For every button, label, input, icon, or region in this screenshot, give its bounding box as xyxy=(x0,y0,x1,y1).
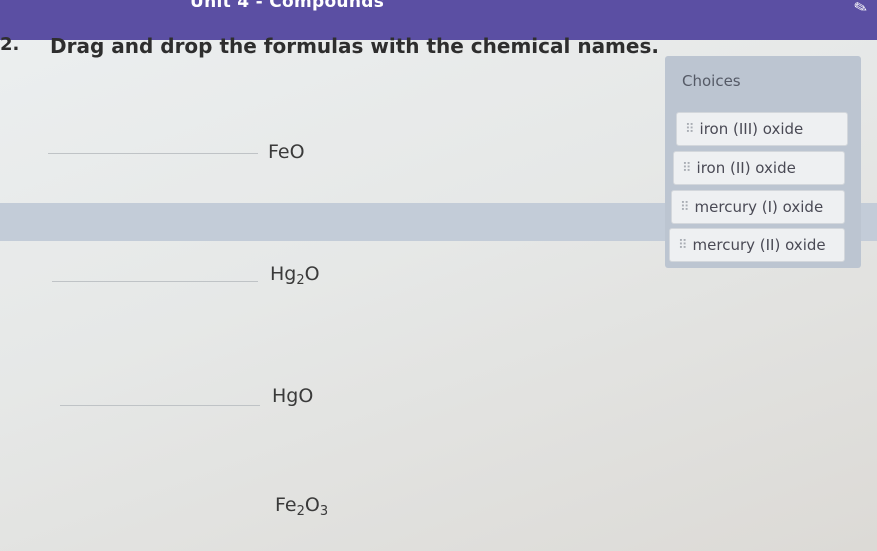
pencil-icon[interactable]: ✎ xyxy=(851,0,869,18)
formula-2: Hg2O xyxy=(270,263,320,288)
drag-handle-icon[interactable]: ⠿ xyxy=(685,122,694,137)
drag-handle-icon[interactable]: ⠿ xyxy=(678,238,687,253)
breadcrumb[interactable]: Unit 4 - Compounds xyxy=(190,0,384,12)
choices-title: Choices xyxy=(682,72,741,90)
choice-chip-iron-iii-oxide[interactable]: ⠿ iron (III) oxide xyxy=(676,112,848,146)
choice-chip-mercury-ii-oxide[interactable]: ⠿ mercury (II) oxide xyxy=(669,228,845,262)
drag-handle-icon[interactable]: ⠿ xyxy=(682,161,691,176)
drag-handle-icon[interactable]: ⠿ xyxy=(680,200,689,215)
formula-3: HgO xyxy=(272,385,314,407)
question-number: 2. xyxy=(0,34,20,55)
drop-line[interactable] xyxy=(48,153,258,154)
choice-chip-iron-ii-oxide[interactable]: ⠿ iron (II) oxide xyxy=(673,151,845,185)
drop-line[interactable] xyxy=(52,281,258,282)
choices-panel: Choices ⠿ iron (III) oxide ⠿ iron (II) o… xyxy=(665,56,861,268)
formula-1: FeO xyxy=(268,141,305,163)
formula-4: Fe2O3 xyxy=(275,494,329,519)
question-text: Drag and drop the formulas with the chem… xyxy=(50,34,659,58)
choice-chip-mercury-i-oxide[interactable]: ⠿ mercury (I) oxide xyxy=(671,190,845,224)
drop-line[interactable] xyxy=(60,405,260,406)
